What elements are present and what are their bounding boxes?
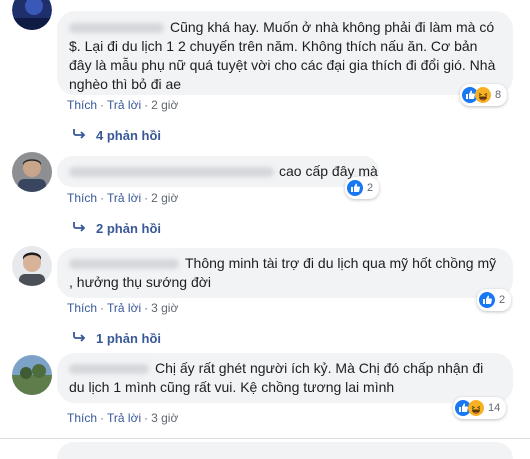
comment-actions: Thích · Trả lời · 2 giờ	[67, 98, 179, 112]
haha-icon	[475, 87, 491, 103]
reply-arrow-icon	[72, 128, 96, 143]
avatar[interactable]	[12, 0, 52, 30]
comment-bubble: Cũng khá hay. Muốn ở nhà không phải đi l…	[57, 11, 513, 95]
comment-2: cao cấp đây mà 2 Thích · Trả lời · 2 giờ 2 p…	[0, 150, 530, 240]
comment-text-line: Chị ấy rất ghét người ích kỷ. Mà Chị đó …	[155, 360, 484, 376]
reaction-count: 8	[495, 89, 502, 101]
reply-link[interactable]: Trả lời	[107, 411, 141, 425]
view-replies-link[interactable]: 4 phản hồi	[72, 128, 161, 143]
like-icon	[479, 292, 495, 308]
reply-arrow-icon	[72, 331, 96, 346]
comment-bubble: Chị ấy rất ghét người ích kỷ. Mà Chị đó …	[57, 353, 513, 403]
replies-count-label: 4 phản hồi	[96, 128, 161, 143]
comment-bubble: Thông minh tài trợ đi du lịch qua mỹ hốt…	[57, 248, 513, 298]
replies-count-label: 1 phản hồi	[96, 331, 161, 346]
divider	[0, 438, 530, 439]
avatar[interactable]	[12, 355, 52, 395]
reply-link[interactable]: Trả lời	[107, 191, 141, 205]
comment-text-line: nghèo thì bỏ đi ae	[69, 76, 182, 92]
timestamp[interactable]: 2 giờ	[151, 98, 178, 112]
comment-1: Cũng khá hay. Muốn ở nhà không phải đi l…	[0, 0, 530, 143]
comment-text-line: , hưởng thụ sướng đời	[69, 274, 212, 290]
like-link[interactable]: Thích	[67, 98, 97, 112]
like-icon	[347, 180, 363, 196]
reply-link[interactable]: Trả lời	[107, 98, 141, 112]
reaction-count: 14	[488, 402, 501, 414]
comment-actions: Thích · Trả lời · 2 giờ	[67, 191, 179, 205]
comment-text-line: đây là mẫu phụ nữ quá tuyệt vời cho các …	[69, 57, 496, 73]
reactions-summary[interactable]: 2	[345, 177, 380, 199]
replies-count-label: 2 phản hồi	[96, 221, 161, 236]
commenter-name[interactable]	[69, 364, 149, 375]
like-link[interactable]: Thích	[67, 191, 97, 205]
reply-arrow-icon	[72, 221, 96, 236]
comment-actions: Thích · Trả lời · 3 giờ	[67, 411, 179, 425]
reactions-summary[interactable]: 8	[460, 84, 508, 106]
commenter-name[interactable]	[69, 23, 164, 34]
timestamp[interactable]: 3 giờ	[151, 301, 178, 315]
comment-3: Thông minh tài trợ đi du lịch qua mỹ hốt…	[0, 244, 530, 349]
comment-text-line: Thông minh tài trợ đi du lịch qua mỹ hốt…	[185, 255, 497, 271]
view-replies-link[interactable]: 2 phản hồi	[72, 221, 161, 236]
comment-text-line: Cũng khá hay. Muốn ở nhà không phải đi l…	[170, 19, 495, 35]
reactions-summary[interactable]: 14	[453, 397, 507, 419]
comment-text-line: du lịch 1 mình cũng rất vui. Kệ chồng tư…	[69, 379, 395, 395]
reaction-count: 2	[367, 182, 374, 194]
reply-link[interactable]: Trả lời	[107, 301, 141, 315]
commenter-name[interactable]	[69, 167, 274, 178]
like-link[interactable]: Thích	[67, 301, 97, 315]
like-link[interactable]: Thích	[67, 411, 97, 425]
comment-text-line: $. Lại đi du lịch 1 2 chuyến trên năm. K…	[69, 38, 478, 54]
comment-actions: Thích · Trả lời · 3 giờ	[67, 301, 179, 315]
avatar[interactable]	[12, 152, 52, 192]
reactions-summary[interactable]: 2	[477, 289, 512, 311]
haha-icon	[468, 400, 484, 416]
timestamp[interactable]: 3 giờ	[151, 411, 178, 425]
comment-bubble: cao cấp đây mà	[57, 156, 379, 187]
avatar[interactable]	[12, 246, 52, 286]
commenter-name[interactable]	[69, 259, 179, 270]
timestamp[interactable]: 2 giờ	[151, 191, 178, 205]
view-replies-link[interactable]: 1 phản hồi	[72, 331, 161, 346]
reaction-count: 2	[499, 294, 506, 306]
comment-4: Chị ấy rất ghét người ích kỷ. Mà Chị đó …	[0, 350, 530, 438]
next-comment-bubble-edge	[57, 442, 513, 459]
